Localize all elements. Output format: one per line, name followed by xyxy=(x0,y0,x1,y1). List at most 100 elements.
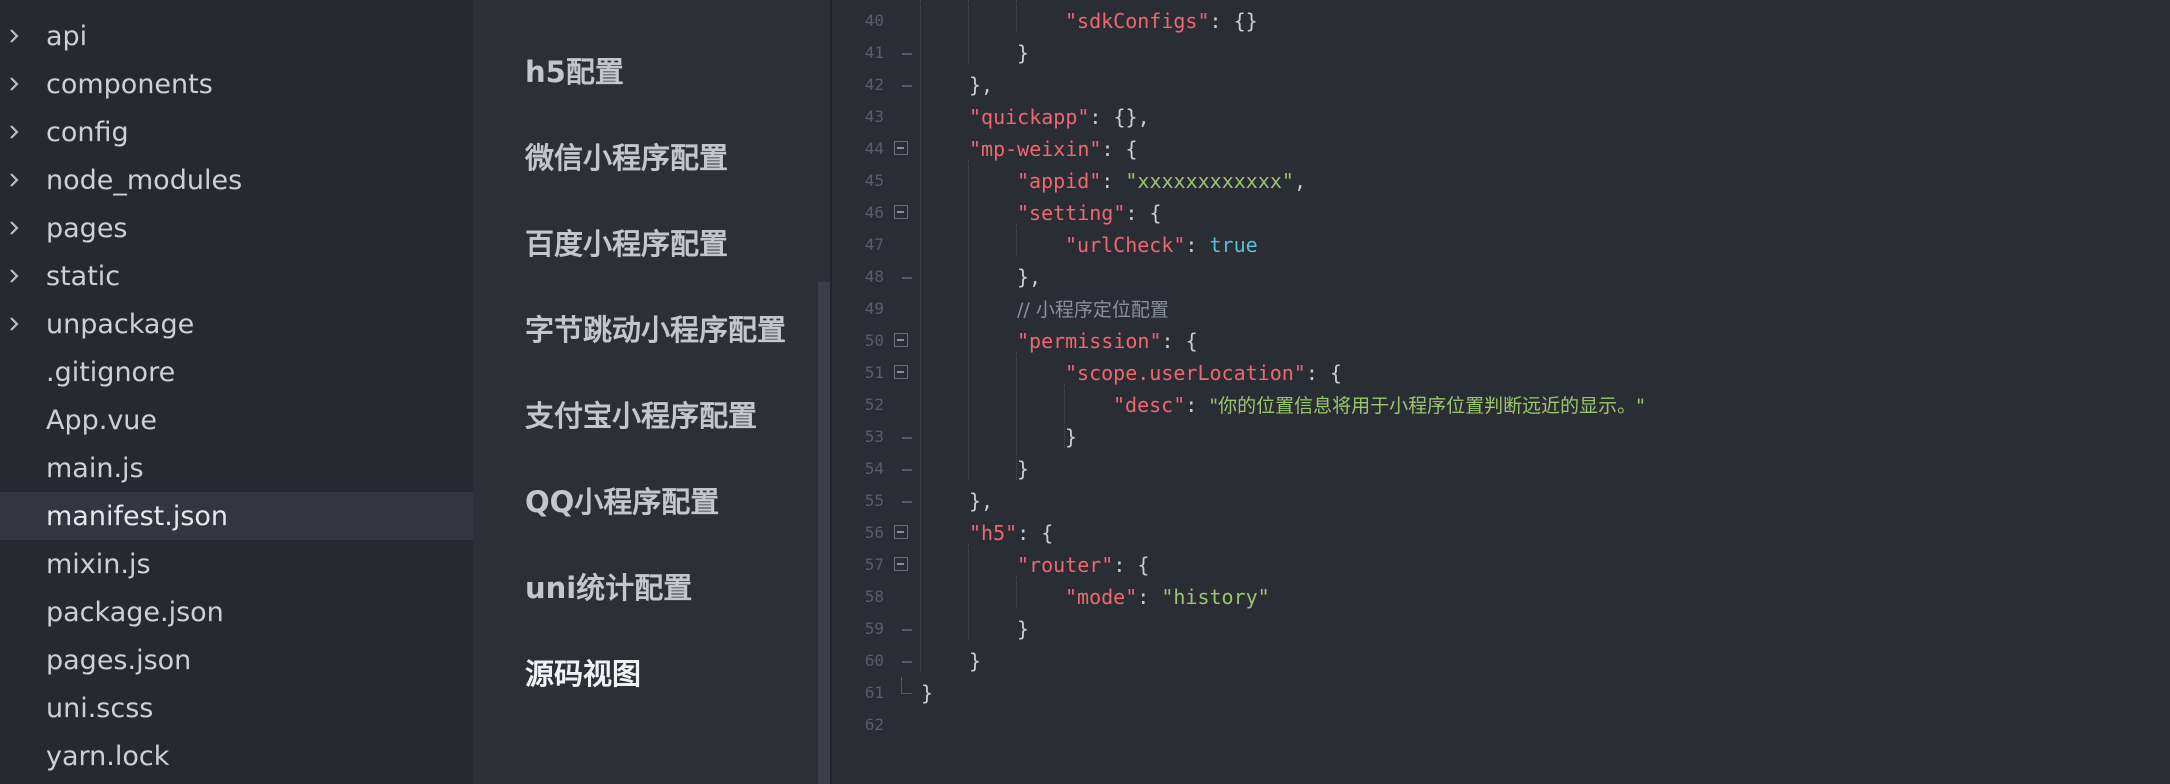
tree-file-app-vue[interactable]: App.vue xyxy=(0,398,473,442)
json-punct: : xyxy=(1185,393,1210,417)
code-editor[interactable]: 40 "sdkConfigs": {} 41 } 42 }, 43 "quick… xyxy=(830,0,2170,784)
json-punct: } xyxy=(921,681,934,705)
tree-file-label: pages.json xyxy=(46,644,192,676)
json-key: "appid" xyxy=(1017,169,1102,193)
json-key: "router" xyxy=(1017,553,1114,577)
code-line-61: 61 } xyxy=(832,677,2170,709)
line-number: 47 xyxy=(864,235,884,254)
code-line-44: 44 "mp-weixin": { xyxy=(832,133,2170,165)
tree-file-mixin-js[interactable]: mixin.js xyxy=(0,542,473,586)
json-key: "permission" xyxy=(1017,329,1162,353)
code-line-40: 40 "sdkConfigs": {} xyxy=(832,5,2170,37)
tree-folder-pages[interactable]: pages xyxy=(0,206,473,250)
nav-item-baidu-config[interactable]: 百度小程序配置 xyxy=(525,222,728,266)
json-string: "xxxxxxxxxxxx" xyxy=(1125,169,1294,193)
line-number: 48 xyxy=(864,267,884,286)
json-punct: : xyxy=(1137,585,1162,609)
fold-toggle-icon[interactable] xyxy=(894,557,908,571)
json-punct: }, xyxy=(969,73,994,97)
json-punct: : {} xyxy=(1209,9,1258,33)
tree-folder-components[interactable]: components xyxy=(0,62,473,106)
tree-file-yarn-lock[interactable]: yarn.lock xyxy=(0,734,473,778)
json-punct: } xyxy=(1017,617,1030,641)
json-punct: } xyxy=(969,649,982,673)
tree-file-package-json[interactable]: package.json xyxy=(0,590,473,634)
json-key: "sdkConfigs" xyxy=(1065,9,1210,33)
json-punct: }, xyxy=(1017,265,1042,289)
nav-scrollbar[interactable] xyxy=(818,282,830,784)
line-number: 54 xyxy=(864,459,884,478)
nav-item-alipay-config[interactable]: 支付宝小程序配置 xyxy=(525,394,757,438)
json-punct: } xyxy=(1017,457,1030,481)
tree-folder-label: unpackage xyxy=(46,308,195,340)
line-number: 43 xyxy=(864,107,884,126)
line-number: 49 xyxy=(864,299,884,318)
tree-folder-config[interactable]: config xyxy=(0,110,473,154)
tree-file-pages-json[interactable]: pages.json xyxy=(0,638,473,682)
tree-folder-label: components xyxy=(46,68,213,100)
line-number: 44 xyxy=(864,139,884,158)
nav-item-h5-config[interactable]: h5配置 xyxy=(525,50,624,94)
fold-end-marker xyxy=(902,469,912,471)
json-key: "h5" xyxy=(969,521,1018,545)
nav-item-qq-config[interactable]: QQ小程序配置 xyxy=(525,480,719,524)
json-punct: : { xyxy=(1125,201,1162,225)
tree-file-label: main.js xyxy=(46,452,144,484)
tree-folder-label: static xyxy=(46,260,121,292)
nav-item-weixin-config[interactable]: 微信小程序配置 xyxy=(525,136,728,180)
fold-end-marker xyxy=(901,677,912,694)
line-number: 58 xyxy=(864,587,884,606)
nav-item-source-view[interactable]: 源码视图 xyxy=(525,652,641,696)
tree-file-label: .gitignore xyxy=(46,356,176,388)
fold-end-marker xyxy=(902,85,912,87)
tree-file-manifest-json[interactable]: manifest.json xyxy=(0,492,473,540)
tree-file-gitignore[interactable]: .gitignore xyxy=(0,350,473,394)
fold-toggle-icon[interactable] xyxy=(894,525,908,539)
json-punct: } xyxy=(1065,425,1078,449)
code-line-53: 53 } xyxy=(832,421,2170,453)
tree-file-label: package.json xyxy=(46,596,224,628)
line-number: 60 xyxy=(864,651,884,670)
line-number: 51 xyxy=(864,363,884,382)
json-punct: : { xyxy=(1113,553,1150,577)
tree-folder-static[interactable]: static xyxy=(0,254,473,298)
fold-toggle-icon[interactable] xyxy=(894,365,908,379)
json-key: "mode" xyxy=(1065,585,1138,609)
code-line-54: 54 } xyxy=(832,453,2170,485)
json-string: "history" xyxy=(1161,585,1270,609)
code-line-56: 56 "h5": { xyxy=(832,517,2170,549)
line-number: 41 xyxy=(864,43,884,62)
code-line-49: 49 // 小程序定位配置 xyxy=(832,293,2170,325)
tree-file-label: mixin.js xyxy=(46,548,151,580)
fold-end-marker xyxy=(902,661,912,663)
nav-item-toutiao-config[interactable]: 字节跳动小程序配置 xyxy=(525,308,786,352)
fold-toggle-icon[interactable] xyxy=(894,141,908,155)
fold-toggle-icon[interactable] xyxy=(894,205,908,219)
json-punct: : {}, xyxy=(1089,105,1150,129)
tree-file-label: manifest.json xyxy=(46,500,229,532)
line-number: 40 xyxy=(864,11,884,30)
tree-folder-node-modules[interactable]: node_modules xyxy=(0,158,473,202)
tree-file-main-js[interactable]: main.js xyxy=(0,446,473,490)
json-punct: : xyxy=(1185,233,1210,257)
code-line-50: 50 "permission": { xyxy=(832,325,2170,357)
code-line-48: 48 }, xyxy=(832,261,2170,293)
tree-folder-unpackage[interactable]: unpackage xyxy=(0,302,473,346)
manifest-config-nav: h5配置 微信小程序配置 百度小程序配置 字节跳动小程序配置 支付宝小程序配置 … xyxy=(473,0,830,784)
line-number: 50 xyxy=(864,331,884,350)
chevron-right-icon xyxy=(10,221,19,235)
json-punct: : { xyxy=(1017,521,1054,545)
fold-toggle-icon[interactable] xyxy=(894,333,908,347)
tree-folder-api[interactable]: api xyxy=(0,14,473,58)
json-punct: : { xyxy=(1101,137,1138,161)
nav-item-uni-stat-config[interactable]: uni统计配置 xyxy=(525,566,692,610)
json-punct: : xyxy=(1101,169,1126,193)
code-line-51: 51 "scope.userLocation": { xyxy=(832,357,2170,389)
tree-file-uni-scss[interactable]: uni.scss xyxy=(0,686,473,730)
line-number: 42 xyxy=(864,75,884,94)
line-number: 46 xyxy=(864,203,884,222)
chevron-right-icon xyxy=(10,125,19,139)
chevron-right-icon xyxy=(10,77,19,91)
tree-folder-label: api xyxy=(46,20,88,52)
chevron-right-icon xyxy=(10,29,19,43)
